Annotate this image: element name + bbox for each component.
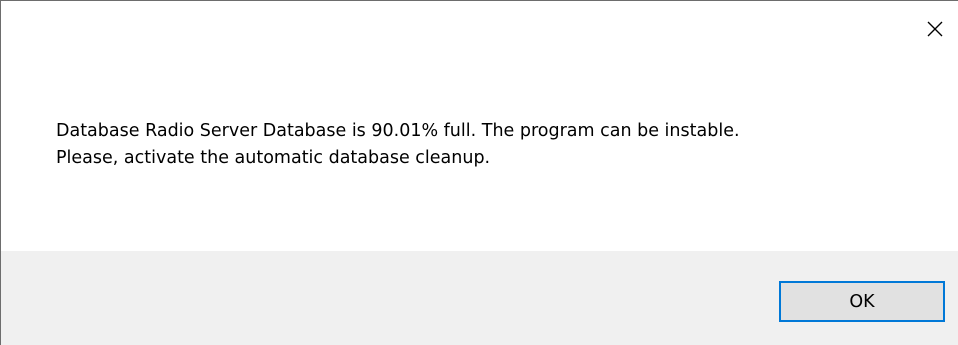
message-text: Database Radio Server Database is 90.01%… bbox=[56, 118, 936, 172]
close-button[interactable] bbox=[912, 1, 958, 65]
message-line: Please, activate the automatic database … bbox=[56, 148, 491, 168]
title-bar bbox=[1, 1, 958, 65]
button-area: OK bbox=[1, 251, 958, 345]
message-line: Database Radio Server Database is 90.01%… bbox=[56, 121, 740, 141]
close-icon bbox=[927, 21, 943, 37]
ok-button[interactable]: OK bbox=[779, 281, 945, 322]
message-dialog: Database Radio Server Database is 90.01%… bbox=[0, 0, 958, 345]
